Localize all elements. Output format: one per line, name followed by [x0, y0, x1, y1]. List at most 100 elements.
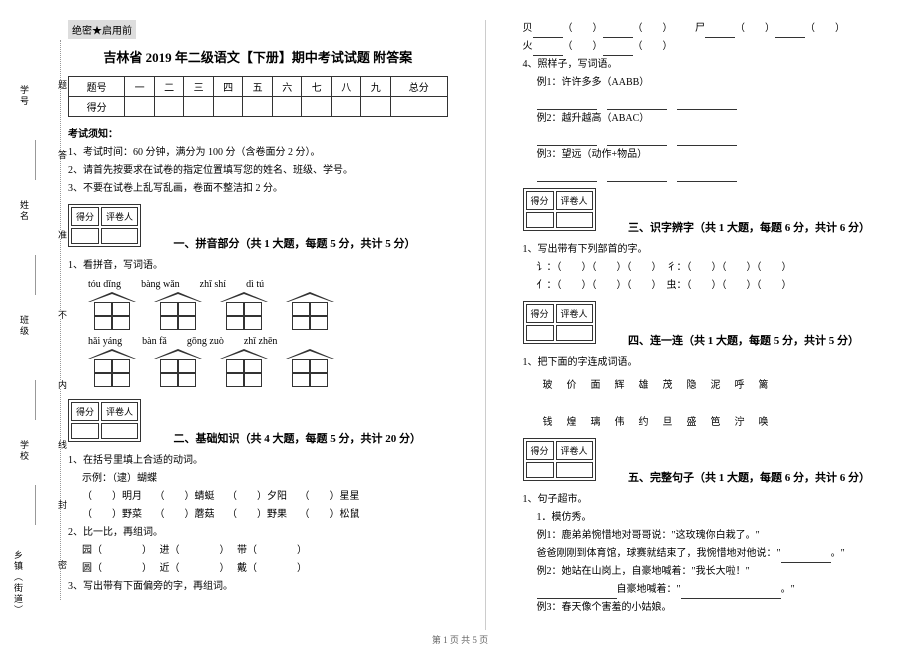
column-divider — [485, 20, 486, 630]
cell: 评卷人 — [556, 441, 593, 460]
blank-item: （ ）野菜 — [82, 509, 142, 520]
th: 八 — [331, 77, 361, 97]
notice-line: 1、考试时间：60 分钟，满分为 100 分（含卷面分 2 分）。 — [68, 144, 448, 162]
char: 笆 — [711, 413, 721, 428]
house-row — [88, 349, 448, 387]
char: 泞 — [735, 413, 745, 428]
blank-item: （ ）蜻蜓 — [155, 491, 215, 502]
th: 四 — [213, 77, 243, 97]
notice-line: 3、不要在试卷上乱写乱画，卷面不整洁扣 2 分。 — [68, 180, 448, 198]
char: 旦 — [663, 413, 673, 428]
pinyin: zhǐ zhēn — [244, 336, 278, 347]
q3-row: 讠：（ ）（ ）（ ） 彳：（ ）（ ）（ ） — [537, 259, 903, 277]
th: 题号 — [69, 77, 125, 97]
side-label-class: 班级 — [18, 315, 31, 337]
q2-2-row: 圆（ ） 近（ ） 戴（ ） — [82, 560, 448, 578]
blank-item: （ ）松鼠 — [300, 509, 360, 520]
cell: 评卷人 — [101, 402, 138, 421]
side-label-name: 姓名 — [18, 200, 31, 222]
house-icon — [220, 349, 268, 387]
th: 总分 — [391, 77, 448, 97]
char: 呼 — [735, 376, 745, 391]
pinyin-row: tóu dǐng bàng wǎn zhī shí dì tú — [88, 279, 448, 290]
q2-2-row: 园（ ） 进（ ） 带（ ） — [82, 542, 448, 560]
char: 泥 — [711, 376, 721, 391]
house-icon — [88, 349, 136, 387]
char: 煌 — [567, 413, 577, 428]
cell: 评卷人 — [556, 304, 593, 323]
char: 辉 — [615, 376, 625, 391]
q5-fill: 爸爸刚刚到体育馆，球赛就结束了，我惋惜地对他说：" 。" — [537, 545, 903, 563]
page-footer: 第 1 页 共 5 页 — [0, 633, 920, 646]
pinyin: bàn fǎ — [142, 336, 167, 347]
score-mini-box: 得分评卷人 — [68, 204, 141, 247]
th: 九 — [361, 77, 391, 97]
blank-item: （ ）野果 — [227, 509, 287, 520]
pinyin: gōng zuò — [187, 336, 224, 347]
section-5-title: 五、完整句子（共 1 大题，每题 6 分，共计 6 分） — [628, 469, 870, 485]
char: 伟 — [615, 413, 625, 428]
cell: 得分 — [526, 304, 554, 323]
radical-row: 贝（ ）（ ） 尸（ ）（ ） — [523, 20, 903, 38]
sentence-prefix: 爸爸刚刚到体育馆，球赛就结束了，我惋惜地对他说：" — [537, 548, 781, 559]
binding-sidebar: 乡镇（街道） 学校 班级 姓名 学号 密 封 线 内 不 准 答 题 — [10, 20, 60, 630]
side-label-id: 学号 — [18, 85, 31, 107]
section-1-title: 一、拼音部分（共 1 大题，每题 5 分，共计 5 分） — [174, 235, 416, 251]
pinyin: hǎi yáng — [88, 336, 122, 347]
score-table: 题号 一 二 三 四 五 六 七 八 九 总分 得分 — [68, 76, 448, 117]
side-label-school: 学校 — [18, 440, 31, 462]
th: 七 — [302, 77, 332, 97]
radical-char: 贝 — [523, 23, 533, 34]
right-column: 贝（ ）（ ） 尸（ ）（ ） 火（ ）（ ） 4、照样子，写词语。 例1：许许… — [515, 20, 911, 630]
section-2-title: 二、基础知识（共 4 大题，每题 5 分，共计 20 分） — [174, 430, 422, 446]
blank-line — [537, 128, 903, 146]
compare-item: 进（ ） — [160, 545, 225, 556]
exam-title: 吉林省 2019 年二级语文【下册】期中考试试题 附答案 — [68, 47, 448, 66]
char: 璃 — [591, 413, 601, 428]
radical-char: 火 — [523, 41, 533, 52]
q5-ex3: 例3：春天像个害羞的小姑娘。 — [537, 599, 903, 617]
left-column: 绝密★启用前 吉林省 2019 年二级语文【下册】期中考试试题 附答案 题号 一… — [60, 20, 456, 630]
section-4-title: 四、连一连（共 1 大题，每题 5 分，共计 5 分） — [628, 332, 859, 348]
char-row-top: 玻 价 面 辉 雄 茂 隐 泥 呼 篱 — [543, 376, 903, 391]
side-line — [35, 255, 36, 295]
sentence-suffix: 。" — [831, 548, 845, 559]
char: 雄 — [639, 376, 649, 391]
pinyin: tóu dǐng — [88, 279, 121, 290]
sentence-mid: 自豪地喊着：" — [617, 584, 681, 595]
score-mini-box: 得分评卷人 — [523, 301, 596, 344]
char: 钱 — [543, 413, 553, 428]
q2-1-ex: 示例：（逮）蝴蝶 — [82, 470, 448, 488]
house-icon — [154, 349, 202, 387]
blank-item: （ ）夕阳 — [227, 491, 287, 502]
cell: 得分 — [71, 402, 99, 421]
q5-1: 1、句子超市。 — [523, 491, 903, 509]
compare-item: 带（ ） — [237, 545, 307, 556]
house-row — [88, 292, 448, 330]
q1-1: 1、看拼音，写词语。 — [68, 257, 448, 275]
blank-item: （ ）明月 — [82, 491, 142, 502]
score-mini-box: 得分评卷人 — [68, 399, 141, 442]
pinyin: bàng wǎn — [141, 279, 180, 290]
radical-char: 尸 — [695, 23, 705, 34]
q2-1-items: （ ）明月 （ ）蜻蜓 （ ）夕阳 （ ）星星 — [82, 488, 448, 506]
td-label: 得分 — [69, 97, 125, 117]
blank-line — [537, 92, 903, 110]
compare-item: 圆（ ） — [82, 563, 147, 574]
pinyin-row: hǎi yáng bàn fǎ gōng zuò zhǐ zhēn — [88, 336, 448, 347]
compare-item: 近（ ） — [160, 563, 225, 574]
compare-item: 园（ ） — [82, 545, 147, 556]
char: 茂 — [663, 376, 673, 391]
house-icon — [220, 292, 268, 330]
cell: 得分 — [71, 207, 99, 226]
cell: 得分 — [526, 441, 554, 460]
score-mini-box: 得分评卷人 — [523, 438, 596, 481]
side-line — [35, 380, 36, 420]
compare-item: 戴（ ） — [237, 563, 307, 574]
q2-4-ex2: 例2：越升越高（ABAC） — [537, 110, 903, 128]
th: 一 — [125, 77, 155, 97]
side-line — [35, 485, 36, 525]
char: 价 — [567, 376, 577, 391]
pinyin: dì tú — [246, 279, 264, 290]
char: 面 — [591, 376, 601, 391]
